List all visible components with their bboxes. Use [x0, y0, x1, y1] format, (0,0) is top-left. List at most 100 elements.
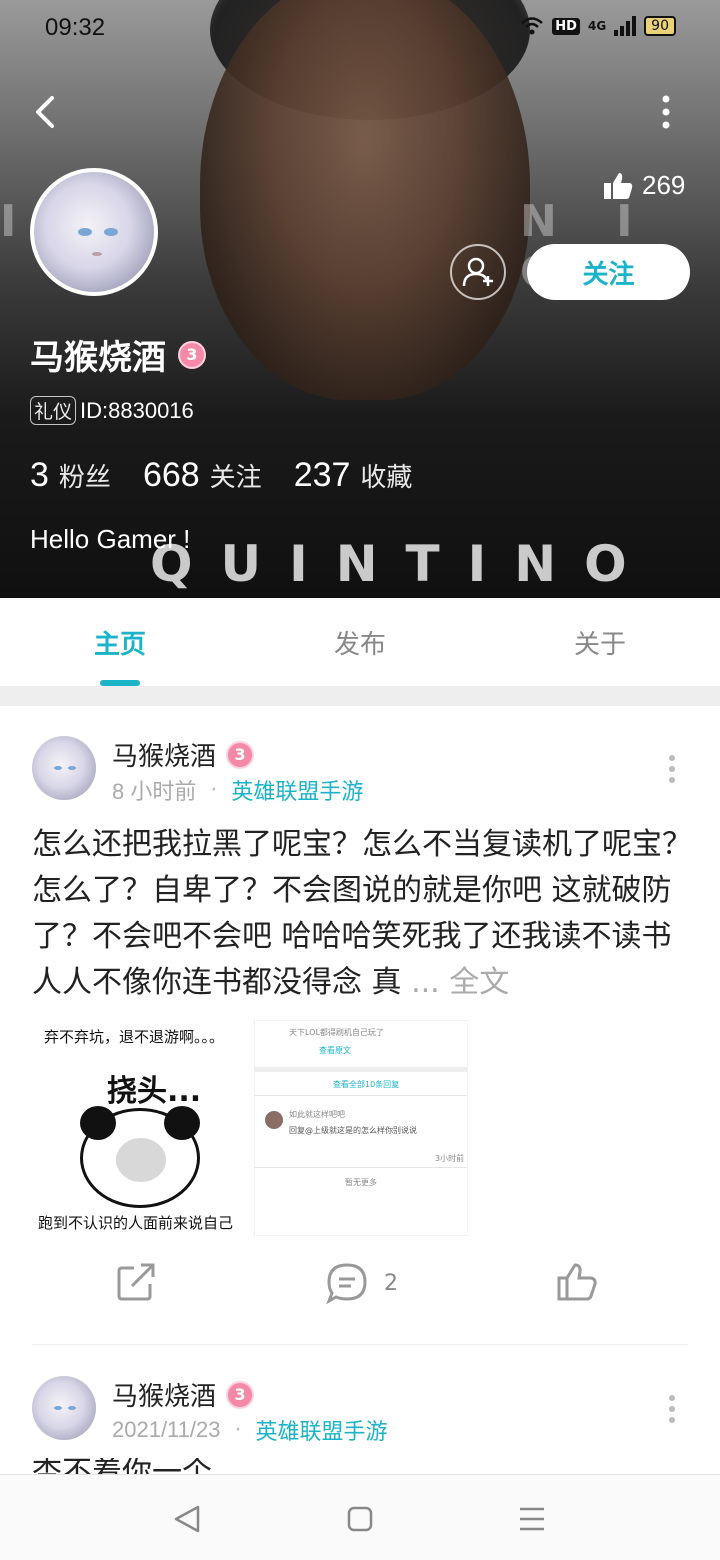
avatar-eye-right	[68, 766, 76, 770]
comment-icon	[326, 1263, 367, 1304]
level-badge: 3	[226, 740, 255, 769]
stat-following-label: 关注	[209, 463, 262, 493]
post-actions: 2	[0, 1262, 720, 1318]
status-icons: HD 4G 90	[520, 16, 676, 36]
system-nav-bar	[0, 1474, 720, 1560]
level-badge: 3	[226, 1380, 255, 1409]
post-divider	[32, 1344, 688, 1345]
post-author-row: 马猴烧酒 3	[112, 736, 255, 773]
post-content[interactable]: 怎么还把我拉黑了呢宝？怎么不当复读机了呢宝？怎么了？自卑了？不会图说的就是你吧 …	[32, 822, 692, 1006]
post-author-name[interactable]: 马猴烧酒	[112, 1376, 216, 1413]
post-meta: 8 小时前 · 英雄联盟手游	[112, 774, 363, 806]
screenshot-divider	[255, 1167, 467, 1168]
stat-following[interactable]: 668 关注	[143, 456, 262, 495]
stat-following-count: 668	[142, 456, 200, 494]
post-card[interactable]: 马猴烧酒 3 8 小时前 · 英雄联盟手游 怎么还把我拉黑了呢宝？怎么不当复读机…	[0, 706, 720, 1346]
profile-tabs: 主页 发布 关于	[0, 598, 720, 686]
avatar-eye-right	[68, 1406, 76, 1410]
stat-fans-label: 粉丝	[58, 463, 111, 493]
meme-bottom-text: 跑到不认识的人面前来说自己	[38, 1214, 234, 1232]
stat-fans[interactable]: 3 粉丝	[30, 456, 111, 495]
nav-home-icon[interactable]	[342, 1501, 378, 1537]
wifi-icon	[521, 17, 544, 35]
more-vertical-icon[interactable]	[656, 95, 676, 129]
avatar-eye-left	[54, 766, 62, 770]
tab-home[interactable]: 主页	[0, 598, 240, 686]
panda-ear-right	[164, 1106, 200, 1140]
tab-posts[interactable]: 发布	[240, 598, 480, 686]
hd-icon: HD	[552, 17, 580, 35]
thumbs-up-icon	[604, 172, 633, 199]
screenshot-link1: 查看原文	[319, 1046, 351, 1055]
post-text: 怎么还把我拉黑了呢宝？怎么不当复读机了呢宝？怎么了？自卑了？不会图说的就是你吧 …	[32, 827, 692, 1000]
post-image-screenshot[interactable]: 天下LOL都得刷机自己玩了 查看原文 查看全部10条回复 如此就这样吧吧 回复@…	[254, 1020, 468, 1236]
panda-face	[116, 1138, 166, 1182]
stat-fans-count: 3	[30, 456, 49, 494]
add-friend-button[interactable]	[450, 244, 506, 300]
screenshot-reply-name: 如此就这样吧吧	[289, 1110, 345, 1119]
avatar-eye-left	[78, 228, 92, 236]
battery-icon: 90	[644, 16, 676, 36]
add-friend-icon	[462, 257, 493, 287]
signal-4g-label: 4G	[587, 19, 607, 33]
post-image-meme[interactable]: 弃不弃坑，退不退游啊。。。 挠头... 跑到不认识的人面前来说自己	[32, 1020, 246, 1236]
screenshot-divider	[255, 1095, 467, 1096]
post-card[interactable]: 马猴烧酒 3 2021/11/23 · 英雄联盟手游 杏不着你一个	[0, 1346, 720, 1476]
post-author-name[interactable]: 马猴烧酒	[112, 736, 216, 773]
section-divider	[0, 686, 720, 706]
cover-image-face	[200, 0, 530, 400]
likes-count: 269	[642, 170, 686, 200]
screenshot-line1: 天下LOL都得刷机自己玩了	[289, 1028, 384, 1037]
role-tag: 礼仪	[30, 396, 77, 425]
avatar-eye-right	[104, 228, 118, 236]
nav-back-icon[interactable]	[170, 1501, 206, 1537]
post-topic[interactable]: 英雄联盟手游	[255, 1414, 387, 1446]
stat-favorites[interactable]: 237 收藏	[294, 456, 413, 495]
post-topic[interactable]: 英雄联盟手游	[231, 774, 363, 806]
cover-word-bottom: QUINTINO	[150, 535, 655, 593]
screenshot-divider	[255, 1067, 467, 1072]
post-more-icon[interactable]	[664, 1394, 680, 1424]
meme-mid-text: 挠头...	[107, 1074, 202, 1109]
meme-top-text: 弃不弃坑，退不退游啊。。。	[44, 1028, 225, 1046]
screenshot-avatar	[265, 1111, 283, 1129]
profile-id-row: 礼仪 ID:8830016	[30, 396, 194, 425]
status-bar: 09:32 HD 4G 90	[0, 10, 720, 50]
meta-separator: ·	[210, 777, 218, 803]
post-meta: 2021/11/23 · 英雄联盟手游	[112, 1414, 388, 1446]
post-author-row: 马猴烧酒 3	[112, 1376, 255, 1413]
follow-button[interactable]: 关注	[527, 244, 690, 300]
post-author-avatar[interactable]	[32, 1376, 96, 1440]
stat-favorites-label: 收藏	[360, 463, 413, 493]
tab-about[interactable]: 关于	[480, 598, 720, 686]
screenshot-reply-text: 回复@上级就这是的怎么样你别说说	[289, 1126, 417, 1135]
share-button[interactable]	[116, 1262, 156, 1302]
level-badge: 3	[178, 340, 206, 369]
post-time: 2021/11/23	[112, 1417, 221, 1442]
screenshot-header: 查看全部10条回复	[333, 1080, 400, 1089]
profile-bio: Hello Gamer !	[30, 524, 191, 554]
avatar-mouth	[92, 252, 102, 256]
comment-count: 2	[384, 1270, 398, 1296]
screenshot-reply-time: 3小时前	[435, 1154, 465, 1163]
like-button[interactable]	[556, 1262, 598, 1302]
avatar-eye-left	[54, 1406, 62, 1410]
post-time: 8 小时前	[112, 779, 197, 804]
share-icon	[117, 1263, 155, 1301]
profile-header: I T N I G H QUINTINO 09:32 HD 4G 90 269 …	[0, 0, 720, 598]
read-more-link[interactable]: ... 全文	[411, 965, 509, 1000]
likes-counter[interactable]: 269	[602, 170, 685, 201]
profile-id: ID:8830016	[80, 397, 194, 423]
comment-button[interactable]: 2	[326, 1262, 398, 1304]
stat-favorites-count: 237	[293, 456, 351, 494]
profile-avatar[interactable]	[30, 168, 158, 296]
post-author-avatar[interactable]	[32, 736, 96, 800]
meta-separator: ·	[234, 1417, 242, 1443]
profile-stats: 3 粉丝 668 关注 237 收藏	[30, 456, 444, 495]
panda-ear-left	[80, 1106, 116, 1140]
post-more-icon[interactable]	[664, 754, 680, 784]
screenshot-footer: 暂无更多	[345, 1178, 377, 1187]
back-arrow-icon[interactable]	[30, 92, 66, 132]
nav-menu-icon[interactable]	[514, 1501, 550, 1537]
profile-username-row: 马猴烧酒 3	[30, 330, 206, 379]
